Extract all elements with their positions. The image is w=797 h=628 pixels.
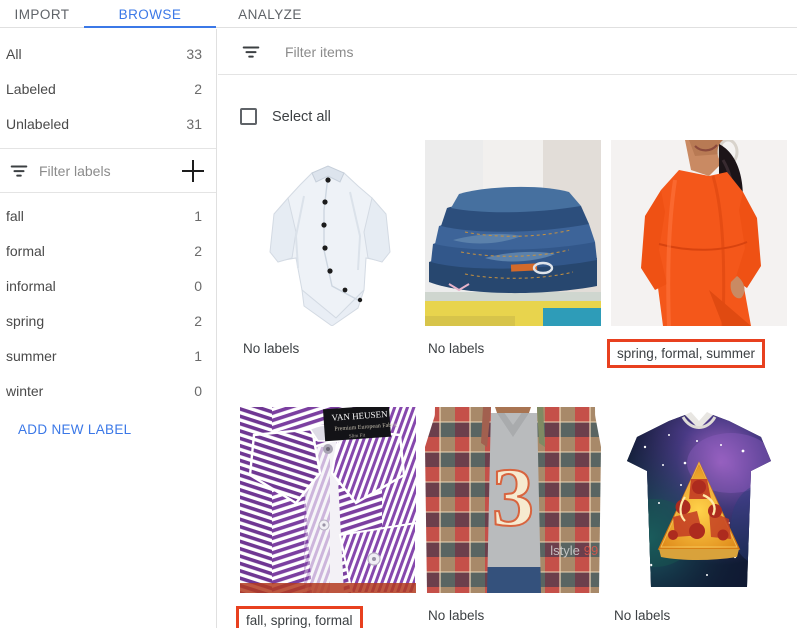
sidebar-item-labeled-count: 2 — [194, 81, 202, 97]
sidebar-item-all-count: 33 — [186, 46, 202, 62]
sidebar-item-labeled[interactable]: Labeled 2 — [0, 71, 216, 106]
item-thumbnail-plaid-shirt-gray-tee[interactable]: 3 lstyle 99 — [425, 407, 601, 593]
filter-labels-input[interactable]: Filter labels — [39, 163, 182, 179]
label-row-summer-name: summer — [6, 348, 57, 364]
label-row-formal-count: 2 — [194, 243, 202, 259]
item-caption: No labels — [425, 339, 487, 358]
filter-items-bar: Filter items — [218, 29, 797, 75]
sidebar-item-unlabeled[interactable]: Unlabeled 31 — [0, 106, 216, 141]
sidebar-item-unlabeled-label: Unlabeled — [6, 116, 69, 132]
filter-items-input[interactable]: Filter items — [285, 44, 353, 60]
label-row-formal-name: formal — [6, 243, 45, 259]
sidebar-item-all[interactable]: All 33 — [0, 36, 216, 71]
label-row-informal-count: 0 — [194, 278, 202, 294]
item-grid: No labels — [218, 140, 797, 628]
label-row-formal[interactable]: formal 2 — [0, 233, 216, 268]
select-all-bar: Select all — [218, 94, 797, 139]
filter-labels-bar: Filter labels — [0, 149, 216, 193]
item-card-galaxy-pizza-tshirt[interactable]: No labels — [611, 407, 787, 625]
label-row-informal[interactable]: informal 0 — [0, 268, 216, 303]
item-caption: spring, formal, summer — [607, 339, 765, 368]
item-thumbnail-purple-striped-shirt[interactable]: VAN HEUSEN Premium European Fabric Slim … — [240, 407, 416, 593]
item-thumbnail-white-dress-shirt[interactable] — [240, 140, 416, 326]
item-card-orange-dress-model[interactable]: spring, formal, summer — [611, 140, 787, 368]
sidebar-item-all-label: All — [6, 46, 22, 62]
item-caption: No labels — [240, 339, 302, 358]
scope-filter-list: All 33 Labeled 2 Unlabeled 31 — [0, 29, 216, 149]
main-panel: Filter items Select all — [218, 29, 797, 628]
item-card-white-dress-shirt[interactable]: No labels — [240, 140, 416, 358]
item-thumbnail-stacked-blue-jeans[interactable] — [425, 140, 601, 326]
active-tab-underline — [84, 26, 216, 29]
label-row-spring-count: 2 — [194, 313, 202, 329]
label-row-winter[interactable]: winter 0 — [0, 373, 216, 408]
add-new-label-button[interactable]: ADD NEW LABEL — [0, 422, 216, 437]
item-thumbnail-orange-dress-model[interactable] — [611, 140, 787, 326]
label-row-fall-name: fall — [6, 208, 24, 224]
filter-list-icon — [8, 160, 30, 182]
tab-browse-label: BROWSE — [119, 7, 182, 22]
select-all-checkbox[interactable] — [240, 108, 257, 125]
item-grid-row: VAN HEUSEN Premium European Fabric Slim … — [218, 407, 797, 628]
label-row-fall[interactable]: fall 1 — [0, 198, 216, 233]
label-row-winter-count: 0 — [194, 383, 202, 399]
tab-analyze-label: ANALYZE — [238, 7, 302, 22]
label-row-spring[interactable]: spring 2 — [0, 303, 216, 338]
sidebar-item-unlabeled-count: 31 — [186, 116, 202, 132]
label-browser-app: IMPORT BROWSE ANALYZE All 33 Labeled 2 U… — [0, 0, 797, 628]
svg-text:lstyle: lstyle — [550, 543, 580, 558]
tab-import-label: IMPORT — [15, 7, 70, 22]
main-tab-bar: IMPORT BROWSE ANALYZE — [0, 0, 797, 28]
tab-browse[interactable]: BROWSE — [84, 0, 216, 28]
label-row-informal-name: informal — [6, 278, 56, 294]
item-caption: fall, spring, formal — [236, 606, 363, 628]
item-thumbnail-galaxy-pizza-tshirt[interactable] — [611, 407, 787, 593]
add-label-plus-icon[interactable] — [182, 160, 204, 182]
label-row-summer[interactable]: summer 1 — [0, 338, 216, 373]
label-row-summer-count: 1 — [194, 348, 202, 364]
item-caption: No labels — [425, 606, 487, 625]
item-card-stacked-blue-jeans[interactable]: No labels — [425, 140, 601, 358]
filter-items-icon — [240, 41, 262, 63]
sidebar-item-labeled-label: Labeled — [6, 81, 56, 97]
item-card-plaid-shirt-gray-tee[interactable]: 3 lstyle 99 No labels — [425, 407, 601, 625]
svg-text:99: 99 — [584, 543, 598, 558]
item-grid-row: No labels — [218, 140, 797, 407]
sidebar: All 33 Labeled 2 Unlabeled 31 Filter lab… — [0, 29, 217, 628]
item-caption: No labels — [611, 606, 673, 625]
tab-import[interactable]: IMPORT — [0, 0, 84, 28]
label-row-spring-name: spring — [6, 313, 44, 329]
tab-analyze[interactable]: ANALYZE — [216, 0, 324, 28]
svg-text:3: 3 — [492, 451, 534, 544]
label-row-fall-count: 1 — [194, 208, 202, 224]
label-list: fall 1 formal 2 informal 0 spring 2 summ… — [0, 193, 216, 408]
select-all-label: Select all — [272, 109, 331, 125]
label-row-winter-name: winter — [6, 383, 43, 399]
item-card-purple-striped-shirt[interactable]: VAN HEUSEN Premium European Fabric Slim … — [240, 407, 416, 628]
